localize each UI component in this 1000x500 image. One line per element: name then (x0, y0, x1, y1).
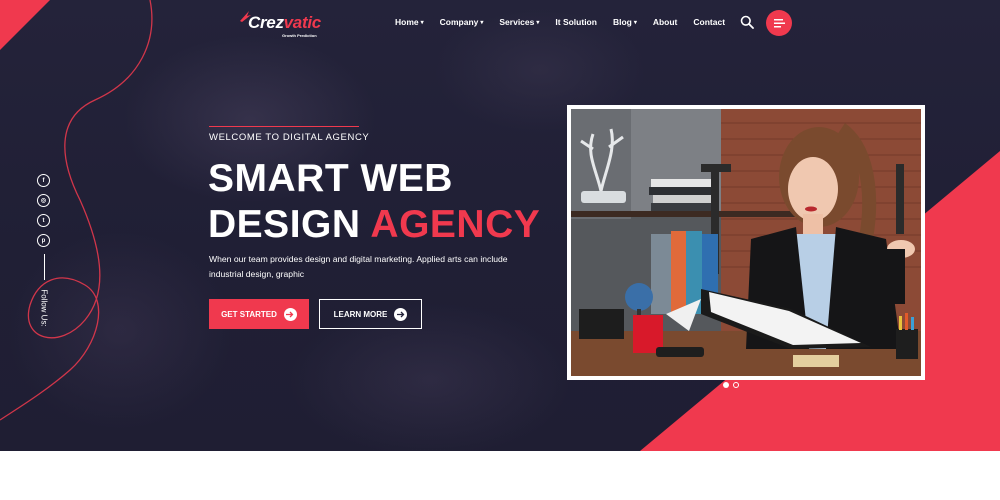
main-nav: Home ▾ Company ▾ Services ▾ It Solution Blo… (395, 17, 741, 27)
headline-line-2: DESIGN AGENCY (208, 203, 541, 246)
arrow-right-icon (283, 307, 297, 321)
nav-item-about[interactable]: About (653, 17, 678, 27)
nav-item-company[interactable]: Company ▾ (440, 17, 484, 27)
decorative-curve (0, 0, 153, 421)
headline-line-1: SMART WEB (208, 157, 453, 200)
brand-logo[interactable]: Crezvatic Growth Prediction (240, 11, 321, 38)
twitter-icon[interactable]: t (37, 214, 50, 227)
hero-headline: SMART WEB DESIGN AGENCY (208, 156, 540, 248)
instagram-icon[interactable]: ◎ (37, 194, 50, 207)
follow-us-label: Follow Us: (39, 289, 49, 327)
arrow-right-icon (394, 307, 408, 321)
welcome-text: WELCOME TO DIGITAL AGENCY (209, 132, 370, 143)
facebook-icon[interactable]: f (37, 174, 50, 187)
learn-more-button[interactable]: LEARN MORE (319, 299, 422, 329)
get-started-button[interactable]: GET STARTED (209, 299, 309, 329)
brand-name: Crezvatic (248, 13, 321, 32)
slider-dots (723, 382, 739, 388)
office-photo-illustration (571, 109, 921, 376)
slider-dot-2[interactable] (733, 382, 739, 388)
hero-description: When our team provides design and digita… (209, 254, 508, 279)
nav-item-blog[interactable]: Blog ▾ (613, 17, 637, 27)
nav-item-home[interactable]: Home ▾ (395, 17, 424, 27)
brand-tagline: Growth Prediction (282, 33, 317, 38)
chevron-down-icon: ▾ (420, 19, 424, 26)
search-icon[interactable] (740, 15, 754, 29)
chevron-down-icon: ▾ (536, 19, 540, 26)
menu-toggle-button[interactable] (766, 10, 792, 36)
slider-dot-1[interactable] (723, 382, 729, 388)
nav-item-services[interactable]: Services ▾ (499, 17, 539, 27)
logo-mark-icon (240, 11, 251, 22)
hamburger-icon (773, 18, 785, 27)
welcome-underline (209, 126, 359, 127)
nav-item-contact[interactable]: Contact (693, 17, 725, 27)
chevron-down-icon: ▾ (633, 19, 637, 26)
chevron-down-icon: ▾ (480, 19, 484, 26)
nav-item-it-solution[interactable]: It Solution (555, 17, 597, 27)
headline-accent-word: AGENCY (370, 203, 541, 246)
hero-image (567, 105, 925, 380)
social-links: f ◎ t p (37, 174, 50, 247)
hero-section: Crezvatic Growth Prediction Home ▾ Compan… (0, 0, 1000, 451)
pinterest-icon[interactable]: p (37, 234, 50, 247)
follow-divider (44, 254, 45, 280)
